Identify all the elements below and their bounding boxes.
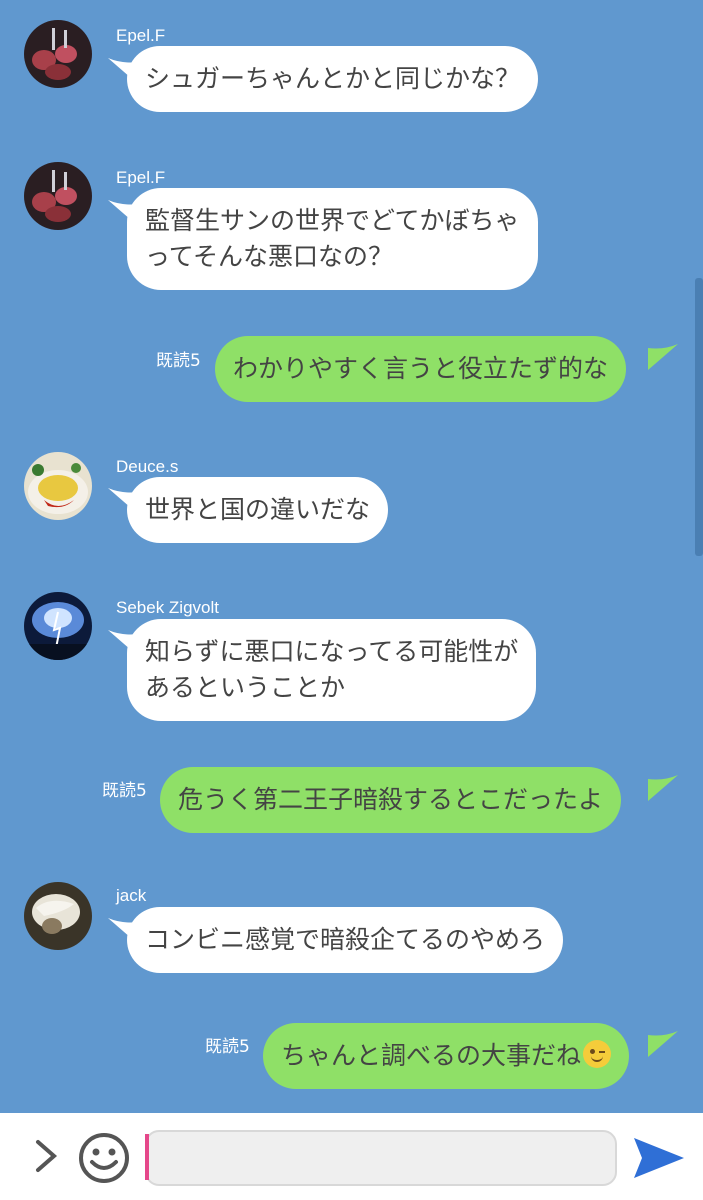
white-fur-avatar-icon xyxy=(24,882,92,950)
chat-area[interactable]: Epel.F シュガーちゃんとかと同じかな？ Epel.F 監督生サンの世界でど… xyxy=(0,0,703,1113)
grilled-meat-avatar-icon xyxy=(24,162,92,230)
avatar[interactable] xyxy=(24,882,92,950)
message-text: 世界と国の違いだな xyxy=(145,495,371,524)
message-bubble[interactable]: コンビニ感覚で暗殺企てるのやめろ xyxy=(127,907,564,973)
send-icon[interactable] xyxy=(630,1134,686,1182)
message-text-line: ってそんな悪口なの？ xyxy=(145,242,394,271)
message-bubble[interactable]: ちゃんと調べるの大事だね xyxy=(263,1023,630,1089)
message-bubble[interactable]: 知らずに悪口になってる可能性が あるということか xyxy=(127,619,537,721)
lightning-sky-avatar-icon xyxy=(24,592,92,660)
read-receipt: 既読5 xyxy=(205,1037,250,1057)
scrollbar[interactable] xyxy=(695,278,703,556)
message-bubble[interactable]: シュガーちゃんとかと同じかな？ xyxy=(127,46,539,112)
read-receipt: 既読5 xyxy=(102,781,147,801)
message-text: 危うく第二王子暗殺するとこだったよ xyxy=(178,785,604,814)
message-text: ちゃんと調べるの大事だね xyxy=(281,1041,582,1070)
read-receipt: 既読5 xyxy=(156,351,201,371)
message-text: シュガーちゃんとかと同じかな？ xyxy=(145,64,521,93)
chevron-right-icon[interactable] xyxy=(30,1136,60,1176)
sender-name: Sebek Zigvolt xyxy=(116,598,219,617)
message-input[interactable] xyxy=(145,1130,617,1186)
message-text: コンビニ感覚で暗殺企てるのやめろ xyxy=(145,925,546,954)
message-bubble[interactable]: わかりやすく言うと役立たず的な xyxy=(215,336,627,402)
sender-name: Deuce.s xyxy=(116,457,179,476)
message-bubble[interactable]: 世界と国の違いだな xyxy=(127,477,389,543)
avatar[interactable] xyxy=(24,162,92,230)
message-text-line: あるということか xyxy=(145,673,346,702)
bubble-tail xyxy=(648,344,678,370)
bubble-tail xyxy=(648,775,678,801)
text-cursor xyxy=(145,1134,149,1180)
omelette-rice-avatar-icon xyxy=(24,452,92,520)
sender-name: jack xyxy=(116,886,147,905)
avatar[interactable] xyxy=(24,20,92,88)
message-text-line: 監督生サンの世界でどてかぼちゃ xyxy=(145,206,520,235)
bubble-tail xyxy=(648,1031,678,1057)
sender-name: Epel.F xyxy=(116,168,166,187)
smiley-icon[interactable] xyxy=(78,1132,130,1184)
message-text: わかりやすく言うと役立たず的な xyxy=(233,354,609,383)
message-bubble[interactable]: 危うく第二王子暗殺するとこだったよ xyxy=(160,767,622,833)
sender-name: Epel.F xyxy=(116,26,166,45)
message-bubble[interactable]: 監督生サンの世界でどてかぼちゃ ってそんな悪口なの？ xyxy=(127,188,538,290)
grilled-meat-avatar-icon xyxy=(24,20,92,88)
message-text-line: 知らずに悪口になってる可能性が xyxy=(145,637,519,666)
avatar[interactable] xyxy=(24,592,92,660)
avatar[interactable] xyxy=(24,452,92,520)
wink-emoji-icon xyxy=(583,1040,612,1068)
